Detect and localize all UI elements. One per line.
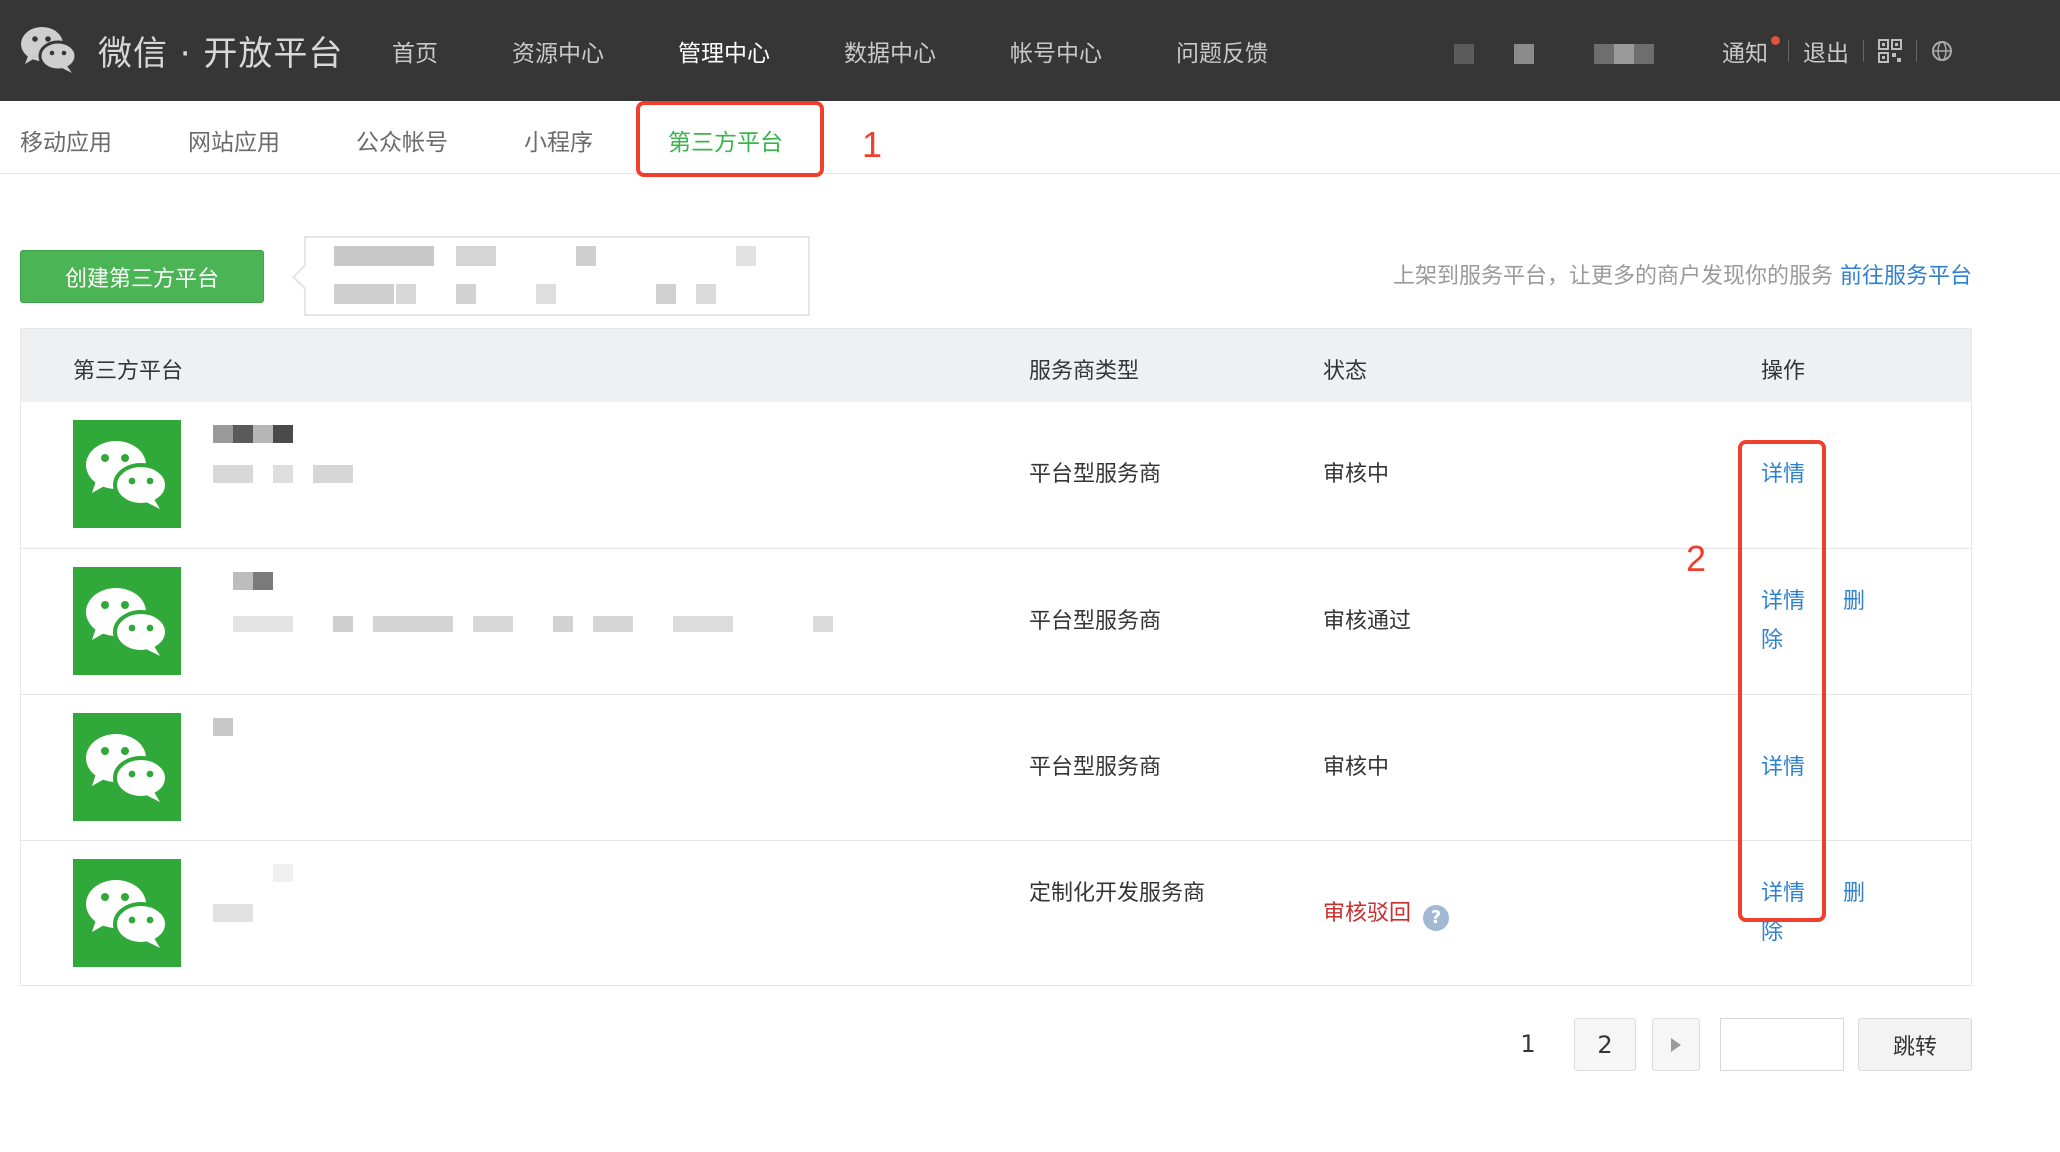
tab-mobile-app[interactable]: 移动应用 (20, 123, 112, 157)
globe-icon[interactable] (1931, 40, 1953, 62)
tab-official-account[interactable]: 公众帐号 (356, 123, 448, 157)
nav-account-center[interactable]: 帐号中心 (1010, 34, 1102, 68)
app-avatar (73, 567, 181, 675)
wechat-app-icon (86, 441, 169, 509)
wechat-logo-icon (21, 27, 78, 73)
provider-type: 定制化开发服务商 (1029, 881, 1206, 906)
nav-resource-center[interactable]: 资源中心 (512, 34, 604, 68)
provider-type: 平台型服务商 (1029, 755, 1162, 780)
status-text: 审核通过 (1323, 609, 1412, 634)
promo-message: 上架到服务平台，让更多的商户发现你的服务 (1392, 264, 1833, 289)
page-jump-input[interactable] (1720, 1018, 1844, 1071)
page-2[interactable]: 2 (1575, 1019, 1635, 1070)
wechat-app-icon (86, 880, 169, 948)
nav-data-center[interactable]: 数据中心 (844, 34, 936, 68)
logout-link[interactable]: 退出 (1803, 34, 1849, 68)
jump-button[interactable]: 跳转 (1858, 1018, 1972, 1071)
col-header-platform: 第三方平台 (73, 359, 184, 384)
annotation-label-2: 2 (1686, 538, 1707, 579)
main-nav: 首页 资源中心 管理中心 数据中心 帐号中心 问题反馈 (392, 0, 1268, 101)
provider-type: 平台型服务商 (1029, 462, 1162, 487)
qr-code-icon[interactable] (1878, 38, 1902, 63)
next-page-button[interactable] (1652, 1018, 1700, 1071)
nav-home[interactable]: 首页 (392, 34, 438, 68)
col-header-provider-type: 服务商类型 (1029, 359, 1140, 384)
redacted-tip-bubble (292, 236, 810, 316)
app-avatar (73, 859, 181, 967)
app-avatar (73, 420, 181, 528)
notify-link[interactable]: 通知 (1722, 34, 1780, 68)
promo-text: 上架到服务平台，让更多的商户发现你的服务 前往服务平台 (1393, 258, 1972, 290)
top-right-links: 通知 退出 (1722, 0, 1953, 101)
logo-text: 微信 · 开放平台 (98, 33, 344, 74)
triangle-right-icon (1671, 1037, 1681, 1052)
create-third-party-platform-button[interactable]: 创建第三方平台 (20, 250, 264, 303)
tab-website-app[interactable]: 网站应用 (188, 123, 280, 157)
delete-link-part1[interactable]: 删 (1843, 874, 1865, 913)
col-header-status: 状态 (1323, 359, 1368, 384)
annotation-label-1: 1 (862, 124, 883, 165)
table-row: 平台型服务商 审核通过 详情 删除 (21, 548, 1971, 694)
status-text: 审核中 (1323, 755, 1390, 780)
app-avatar (73, 713, 181, 821)
table-row: 平台型服务商 审核中 详情 (21, 402, 1971, 548)
status-rejected: 审核驳回? (1323, 894, 1450, 933)
nav-management-center[interactable]: 管理中心 (678, 34, 770, 68)
table-row: 平台型服务商 审核中 详情 (21, 694, 1971, 840)
annotation-box-1 (636, 101, 824, 177)
divider (1863, 39, 1864, 62)
sub-tabs: 移动应用 网站应用 公众帐号 小程序 第三方平台 (0, 101, 2060, 174)
status-text: 审核驳回 (1323, 901, 1412, 926)
top-bar: 微信 · 开放平台 首页 资源中心 管理中心 数据中心 帐号中心 问题反馈 通知… (0, 0, 2060, 101)
annotation-box-2 (1738, 440, 1826, 922)
go-service-platform-link[interactable]: 前往服务平台 (1840, 264, 1972, 289)
delete-link-part2[interactable]: 除 (1761, 920, 1783, 945)
notify-dot (1771, 35, 1780, 45)
table-row: 定制化开发服务商 审核驳回? 详情 删除 (21, 840, 1971, 986)
table-header: 第三方平台 服务商类型 状态 操作 (21, 329, 1971, 402)
platform-table: 第三方平台 服务商类型 状态 操作 平台型服务商 审核中 详情 平台型服务商 审… (20, 328, 1972, 986)
provider-type: 平台型服务商 (1029, 609, 1162, 634)
nav-feedback[interactable]: 问题反馈 (1176, 34, 1268, 68)
page-2-box[interactable]: 2 (1574, 1018, 1636, 1071)
page-1[interactable]: 1 (1504, 1018, 1552, 1071)
wechat-app-icon (86, 734, 169, 802)
divider (1788, 39, 1789, 62)
tab-mini-program[interactable]: 小程序 (524, 123, 593, 157)
status-text: 审核中 (1323, 462, 1390, 487)
delete-link-part1[interactable]: 删 (1843, 582, 1865, 621)
logo[interactable]: 微信 · 开放平台 (20, 22, 343, 78)
help-icon[interactable]: ? (1423, 905, 1450, 931)
wechat-app-icon (86, 588, 169, 656)
divider (1916, 39, 1917, 62)
col-header-actions: 操作 (1761, 359, 1806, 384)
